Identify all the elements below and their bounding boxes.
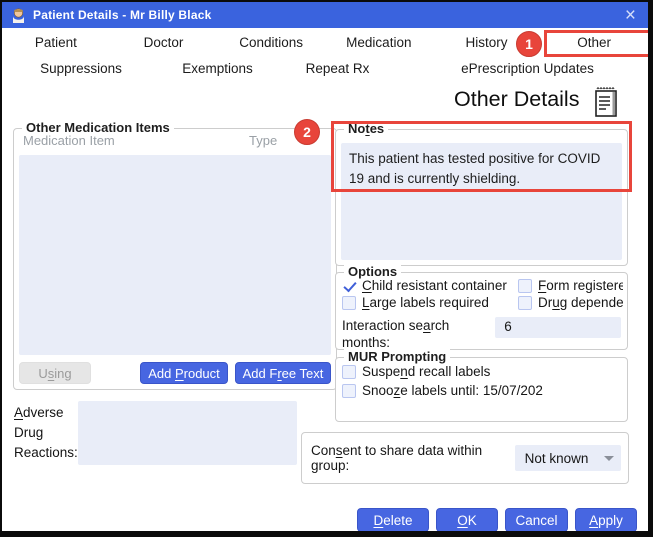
medication-list-header: Medication Item Type bbox=[23, 133, 327, 148]
checkbox-label: Form registered bbox=[538, 278, 623, 293]
adverse-drug-reactions-input[interactable] bbox=[78, 401, 297, 465]
medication-buttons-row: Using Add Product Add Free Text bbox=[19, 362, 331, 384]
tab-patient[interactable]: Patient bbox=[2, 35, 110, 50]
using-button[interactable]: Using bbox=[19, 362, 91, 384]
mur-checkboxes: Suspend recall labels Snooze labels unti… bbox=[342, 362, 625, 400]
options-group: Options Child resistant container Form r… bbox=[335, 272, 628, 350]
checkbox-label: Snooze labels until: 15/07/202 bbox=[362, 383, 543, 398]
notes-group: Notes This patient has tested positive f… bbox=[335, 129, 628, 266]
apply-button[interactable]: Apply bbox=[575, 508, 637, 532]
consent-group: Consent to share data within group: Not … bbox=[301, 432, 629, 484]
other-medication-items-group: Other Medication Items Medication Item T… bbox=[13, 128, 337, 390]
annotation-badge-2: 2 bbox=[294, 119, 320, 145]
annotation-badge-1: 1 bbox=[516, 31, 542, 57]
tab-other[interactable]: Other bbox=[540, 35, 648, 50]
checkbox-icon[interactable] bbox=[342, 365, 356, 379]
tab-doctor[interactable]: Doctor bbox=[110, 35, 218, 50]
checkbox-icon[interactable] bbox=[518, 279, 532, 293]
notepad-icon bbox=[593, 86, 620, 118]
medication-items-list[interactable] bbox=[19, 155, 331, 355]
column-medication-item: Medication Item bbox=[23, 133, 249, 148]
page-title: Other Details bbox=[454, 87, 579, 112]
consent-dropdown[interactable]: Not known bbox=[515, 445, 621, 471]
checkbox-icon[interactable] bbox=[342, 279, 356, 293]
consent-dropdown-value: Not known bbox=[525, 451, 589, 466]
drug-dependency-checkbox[interactable]: Drug dependency bbox=[518, 295, 623, 310]
checkbox-label: Suspend recall labels bbox=[362, 364, 490, 379]
checkbox-label: Child resistant container bbox=[362, 278, 507, 293]
checkbox-label: Drug dependency bbox=[538, 295, 623, 310]
checkbox-icon[interactable] bbox=[518, 296, 532, 310]
titlebar: Patient Details - Mr Billy Black × bbox=[2, 2, 648, 28]
mur-prompting-group: MUR Prompting Suspend recall labels Snoo… bbox=[335, 357, 628, 422]
tab-exemptions[interactable]: Exemptions bbox=[160, 61, 275, 76]
close-icon[interactable]: × bbox=[621, 6, 640, 25]
large-labels-required-checkbox[interactable]: Large labels required bbox=[342, 295, 518, 310]
tab-medication[interactable]: Medication bbox=[325, 35, 433, 50]
checkbox-icon[interactable] bbox=[342, 296, 356, 310]
interaction-search-months-input[interactable]: 6 bbox=[495, 317, 621, 338]
chevron-down-icon bbox=[604, 456, 614, 461]
form-registered-checkbox[interactable]: Form registered bbox=[518, 278, 623, 293]
tab-row-2: Suppressions Exemptions Repeat Rx ePresc… bbox=[2, 55, 648, 81]
tab-suppressions[interactable]: Suppressions bbox=[2, 61, 160, 76]
consent-label: Consent to share data within group: bbox=[311, 443, 515, 473]
add-free-text-button[interactable]: Add Free Text bbox=[235, 362, 331, 384]
notes-textarea[interactable]: This patient has tested positive for COV… bbox=[341, 143, 622, 260]
window-title: Patient Details - Mr Billy Black bbox=[33, 8, 211, 22]
ok-button[interactable]: OK bbox=[436, 508, 498, 532]
patient-details-dialog: Patient Details - Mr Billy Black × Patie… bbox=[0, 0, 653, 537]
interaction-search-months-label: Interaction search months: bbox=[342, 317, 471, 351]
tab-eprescription-updates[interactable]: ePrescription Updates bbox=[400, 61, 653, 76]
cancel-button[interactable]: Cancel bbox=[505, 508, 568, 532]
checkbox-icon[interactable] bbox=[342, 384, 356, 398]
notes-legend: Notes bbox=[344, 121, 388, 136]
child-resistant-container-checkbox[interactable]: Child resistant container bbox=[342, 278, 518, 293]
snooze-labels-until-checkbox[interactable]: Snooze labels until: 15/07/202 bbox=[342, 381, 625, 400]
options-checkboxes: Child resistant container Form registere… bbox=[342, 278, 623, 310]
checkbox-label: Large labels required bbox=[362, 295, 489, 310]
patient-app-icon bbox=[10, 7, 27, 24]
add-product-button[interactable]: Add Product bbox=[140, 362, 228, 384]
options-legend: Options bbox=[344, 264, 401, 279]
interaction-search-row: Interaction search months: 6 bbox=[342, 317, 621, 351]
tab-repeat-rx[interactable]: Repeat Rx bbox=[275, 61, 400, 76]
suspend-recall-labels-checkbox[interactable]: Suspend recall labels bbox=[342, 362, 625, 381]
adverse-drug-reactions-label: Adverse Drug Reactions: bbox=[14, 403, 78, 463]
tab-row-1: Patient Doctor Conditions Medication His… bbox=[2, 29, 648, 55]
delete-button[interactable]: Delete bbox=[357, 508, 429, 532]
tab-conditions[interactable]: Conditions bbox=[217, 35, 325, 50]
